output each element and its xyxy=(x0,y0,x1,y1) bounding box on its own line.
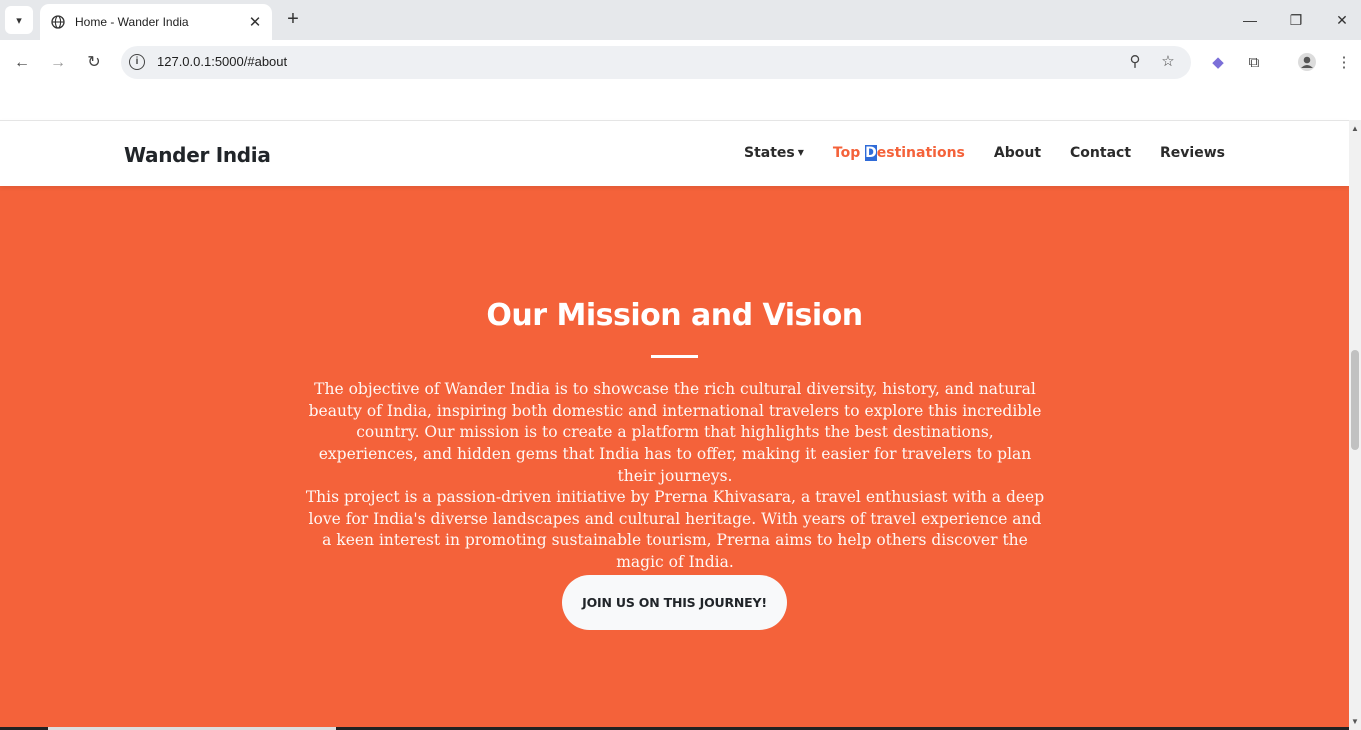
address-bar[interactable]: i 127.0.0.1:5000/#about ⚲ ☆ xyxy=(121,46,1191,79)
globe-icon xyxy=(50,14,66,30)
nav-link-about[interactable]: About xyxy=(994,145,1041,161)
scroll-down-icon[interactable]: ▼ xyxy=(1351,717,1359,726)
section-heading: Our Mission and Vision xyxy=(486,298,863,333)
browser-tab-bar: ▾ Home - Wander India ✕ + — ❐ ✕ xyxy=(0,0,1361,40)
about-section: Our Mission and Vision The objective of … xyxy=(0,186,1349,730)
nav-link-contact[interactable]: Contact xyxy=(1070,145,1131,161)
scroll-up-icon[interactable]: ▲ xyxy=(1351,124,1359,133)
page-scrollbar[interactable]: ▲ ▼ xyxy=(1349,120,1361,730)
heading-divider xyxy=(651,355,698,358)
close-icon[interactable]: ✕ xyxy=(246,13,264,31)
tab-title: Home - Wander India xyxy=(75,15,189,29)
url-text[interactable]: 127.0.0.1:5000/#about xyxy=(157,54,287,69)
back-icon[interactable]: ← xyxy=(11,52,33,74)
menu-icon[interactable]: ⋮ xyxy=(1333,52,1355,74)
nav-link-reviews[interactable]: Reviews xyxy=(1160,145,1225,161)
profile-icon[interactable] xyxy=(1296,52,1318,74)
join-journey-button[interactable]: JOIN US ON THIS JOURNEY! xyxy=(562,575,787,630)
zoom-icon[interactable]: ⚲ xyxy=(1125,52,1145,72)
browser-toolbar: ← → ↻ i 127.0.0.1:5000/#about ⚲ ☆ ◆ ⧉ ⋮ xyxy=(0,40,1361,86)
nav-links: States ▼ Top Destinations About Contact R… xyxy=(744,145,1225,161)
new-tab-icon[interactable]: + xyxy=(282,8,304,30)
bookmark-star-icon[interactable]: ☆ xyxy=(1158,52,1178,72)
nav-link-top-destinations[interactable]: Top Destinations xyxy=(833,145,965,161)
brand-logo[interactable]: Wander India xyxy=(124,143,271,167)
site-navbar: Wander India States ▼ Top Destinations Ab… xyxy=(0,120,1349,186)
extension-icon[interactable]: ◆ xyxy=(1207,52,1229,74)
puzzle-icon[interactable]: ⧉ xyxy=(1243,52,1265,74)
page-viewport: Wander India States ▼ Top Destinations Ab… xyxy=(0,86,1349,730)
forward-icon[interactable]: → xyxy=(47,52,69,74)
mission-paragraph: The objective of Wander India is to show… xyxy=(308,380,1042,485)
window-close-icon[interactable]: ✕ xyxy=(1330,8,1354,32)
nav-link-states[interactable]: States ▼ xyxy=(744,145,804,161)
minimize-icon[interactable]: — xyxy=(1238,8,1262,32)
scrollbar-thumb[interactable] xyxy=(1351,350,1359,450)
browser-tab[interactable]: Home - Wander India ✕ xyxy=(40,4,272,40)
tab-search-icon[interactable]: ▾ xyxy=(5,6,33,34)
reload-icon[interactable]: ↻ xyxy=(83,52,105,74)
restore-icon[interactable]: ❐ xyxy=(1284,8,1308,32)
caret-down-icon: ▼ xyxy=(797,148,804,157)
about-author-paragraph: This project is a passion-driven initiat… xyxy=(305,488,1045,572)
site-info-icon[interactable]: i xyxy=(129,54,145,70)
